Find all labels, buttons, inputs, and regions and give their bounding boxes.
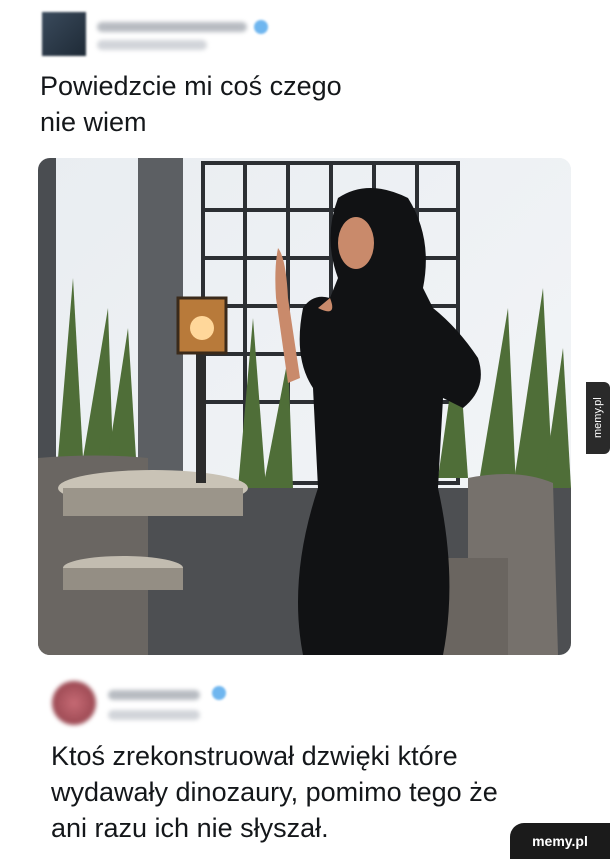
avatar[interactable] <box>42 12 86 56</box>
tweet-text-line: Ktoś zrekonstruował dzwięki które <box>51 741 458 771</box>
avatar[interactable] <box>52 681 96 725</box>
verified-badge-icon <box>254 20 268 34</box>
blurred-handle <box>97 40 207 50</box>
verified-badge-icon <box>212 686 226 700</box>
tweet-text-line: Powiedzcie mi coś czego <box>40 71 342 101</box>
blurred-handle <box>108 710 200 720</box>
tweet-photo[interactable] <box>38 158 571 655</box>
blurred-display-name[interactable] <box>97 22 247 32</box>
blurred-display-name[interactable] <box>108 690 200 700</box>
side-watermark: memy.pl <box>586 382 610 454</box>
tweet-text: Powiedzcie mi coś czego nie wiem <box>40 68 342 140</box>
tweet-text-line: nie wiem <box>40 107 147 137</box>
tweet-text-line: ani razu ich nie słyszał. <box>51 813 329 843</box>
tweet-text-line: wydawały dinozaury, pomimo tego że <box>51 777 498 807</box>
corner-watermark: memy.pl <box>510 823 610 859</box>
tweet-text: Ktoś zrekonstruował dzwięki które wydawa… <box>51 738 498 846</box>
photo-illustration <box>38 158 571 655</box>
